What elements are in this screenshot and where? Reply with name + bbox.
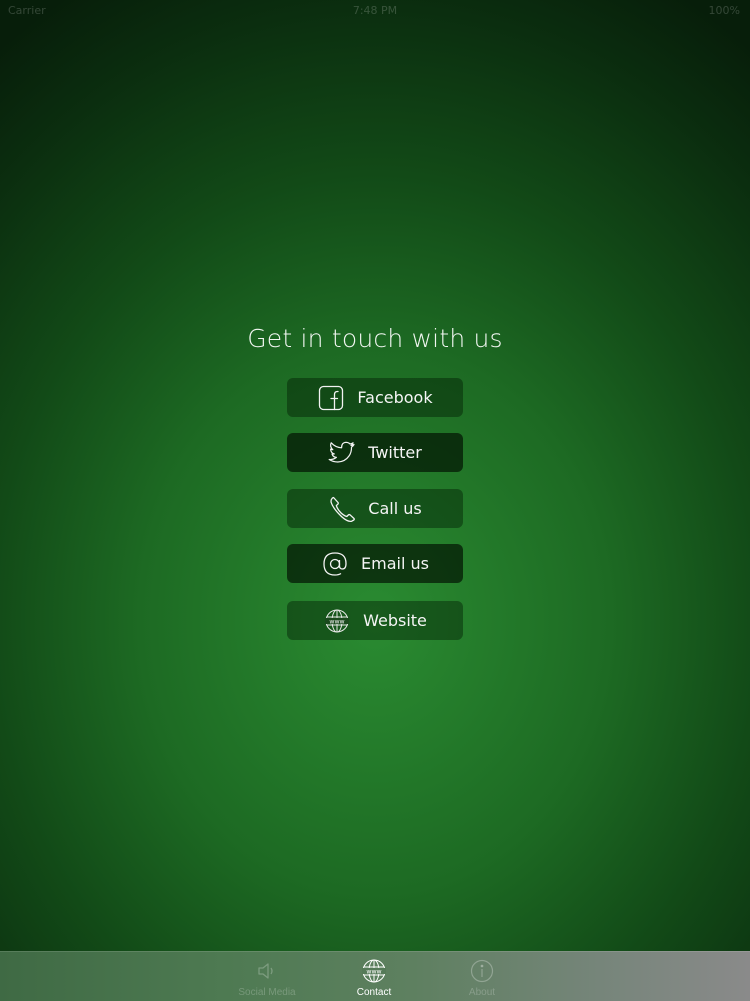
page-title: Get in touch with us: [247, 324, 503, 353]
twitter-button[interactable]: Twitter: [287, 433, 463, 472]
www-globe-icon: www: [361, 958, 387, 984]
website-label: Website: [363, 611, 427, 630]
email-button[interactable]: Email us: [287, 544, 463, 583]
at-sign-icon: [321, 550, 349, 578]
call-button[interactable]: Call us: [287, 489, 463, 528]
facebook-button[interactable]: Facebook: [287, 378, 463, 417]
phone-icon: [328, 495, 356, 523]
facebook-icon: [317, 384, 345, 412]
call-label: Call us: [368, 499, 422, 518]
battery-label: 100%: [708, 4, 740, 17]
speaker-icon: [254, 958, 280, 984]
status-time: 7:48 PM: [352, 4, 398, 17]
tab-contact-label: Contact: [356, 987, 392, 998]
info-icon: [469, 958, 495, 984]
twitter-bird-icon: [328, 439, 356, 467]
tab-bar: Social Media www Contact About: [0, 951, 750, 1001]
svg-text:www: www: [366, 968, 381, 975]
status-bar: Carrier 7:48 PM 100%: [0, 0, 750, 20]
tab-social-media-label: Social Media: [238, 987, 296, 998]
tab-social-media[interactable]: Social Media: [222, 952, 312, 1001]
website-button[interactable]: www Website: [287, 601, 463, 640]
www-globe-icon: www: [323, 607, 351, 635]
tab-about[interactable]: About: [437, 952, 527, 1001]
tab-about-label: About: [468, 987, 496, 998]
svg-text:www: www: [330, 618, 345, 625]
tab-contact[interactable]: www Contact: [329, 952, 419, 1001]
twitter-label: Twitter: [368, 443, 422, 462]
email-label: Email us: [361, 554, 429, 573]
facebook-label: Facebook: [357, 388, 433, 407]
